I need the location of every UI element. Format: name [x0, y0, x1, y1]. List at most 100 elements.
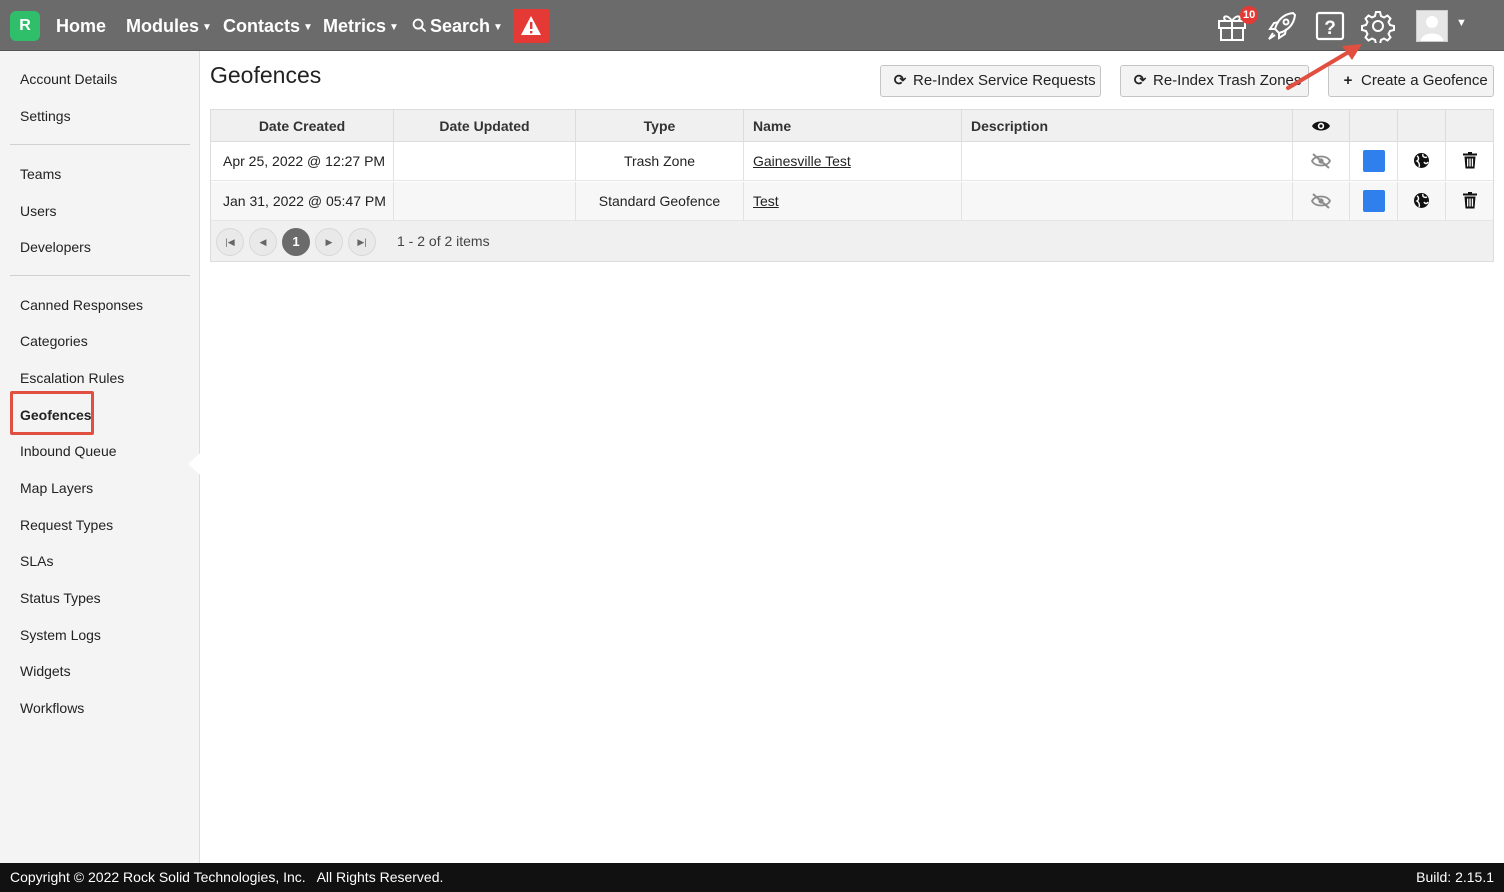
prev-page-icon[interactable]: ◀	[249, 228, 277, 256]
color-swatch[interactable]	[1363, 150, 1385, 172]
notification-badge: 10	[1240, 6, 1259, 24]
column-map	[1398, 110, 1446, 142]
cell-visibility	[1293, 142, 1350, 181]
column-date-updated[interactable]: Date Updated	[394, 110, 576, 142]
sidebar-item-users[interactable]: Users	[20, 203, 57, 219]
user-avatar[interactable]	[1416, 10, 1448, 42]
cell-map	[1398, 142, 1446, 181]
sidebar-item-workflows[interactable]: Workflows	[20, 700, 84, 716]
copyright-text: Copyright © 2022 Rock Solid Technologies…	[10, 869, 444, 885]
eye-slash-icon[interactable]	[1310, 153, 1332, 169]
last-page-icon[interactable]: ▶|	[348, 228, 376, 256]
sidebar-item-status-types[interactable]: Status Types	[20, 590, 101, 606]
globe-icon[interactable]	[1413, 152, 1430, 169]
sidebar-item-developers[interactable]: Developers	[20, 239, 91, 255]
sidebar-item-map-layers[interactable]: Map Layers	[20, 480, 93, 496]
build-version: Build: 2.15.1	[1416, 869, 1494, 885]
sidebar: Account Details Settings Teams Users Dev…	[0, 51, 200, 863]
sidebar-item-request-types[interactable]: Request Types	[20, 517, 113, 533]
sidebar-item-inbound-queue[interactable]: Inbound Queue	[20, 443, 117, 459]
nav-search-label: Search	[430, 16, 491, 36]
cell-description	[962, 182, 1293, 221]
color-swatch[interactable]	[1363, 190, 1385, 212]
table-header: Date Created Date Updated Type Name Desc…	[211, 110, 1493, 142]
chevron-down-icon[interactable]: ▼	[1456, 17, 1467, 29]
sidebar-item-account-details[interactable]: Account Details	[20, 71, 117, 87]
column-type[interactable]: Type	[576, 110, 744, 142]
column-description[interactable]: Description	[962, 110, 1293, 142]
nav-search[interactable]: Search ▼	[412, 14, 503, 38]
footer: Copyright © 2022 Rock Solid Technologies…	[0, 863, 1504, 892]
cell-color	[1350, 182, 1398, 221]
svg-text:?: ?	[1324, 18, 1336, 39]
globe-icon[interactable]	[1413, 192, 1430, 209]
nav-modules-label: Modules	[126, 16, 200, 36]
nav-metrics-label: Metrics	[323, 16, 387, 36]
cell-name: Gainesville Test	[744, 142, 962, 181]
sidebar-item-teams[interactable]: Teams	[20, 166, 61, 182]
sidebar-item-slas[interactable]: SLAs	[20, 553, 53, 569]
logo-text: R	[19, 17, 31, 34]
cell-date-created: Apr 25, 2022 @ 12:27 PM	[211, 142, 394, 181]
column-name[interactable]: Name	[744, 110, 962, 142]
sidebar-item-settings[interactable]: Settings	[20, 108, 71, 124]
trash-icon[interactable]	[1462, 192, 1477, 209]
geofences-table: Date Created Date Updated Type Name Desc…	[210, 109, 1494, 262]
sidebar-item-escalation-rules[interactable]: Escalation Rules	[20, 370, 124, 386]
nav-home[interactable]: Home	[56, 14, 106, 38]
reindex-service-label: Re-Index Service Requests	[913, 72, 1096, 89]
eye-slash-icon[interactable]	[1310, 193, 1332, 209]
app-logo[interactable]: R	[10, 11, 40, 41]
user-avatar-icon	[1421, 16, 1443, 41]
next-page-icon[interactable]: ▶	[315, 228, 343, 256]
cell-name: Test	[744, 182, 962, 221]
cell-date-updated	[394, 182, 576, 221]
column-visibility	[1293, 110, 1350, 142]
annotation-arrow	[1286, 44, 1362, 90]
refresh-icon: ⟳	[1133, 72, 1147, 89]
alert-icon	[521, 16, 541, 35]
page-number-button[interactable]: 1	[282, 228, 310, 256]
pager: |◀ ◀ 1 ▶ ▶| 1 - 2 of 2 items	[211, 221, 1493, 261]
nav-contacts[interactable]: Contacts ▼	[223, 14, 313, 38]
cell-visibility	[1293, 182, 1350, 221]
eye-icon	[1312, 121, 1330, 131]
column-color	[1350, 110, 1398, 142]
reindex-service-requests-button[interactable]: ⟳ Re-Index Service Requests	[880, 65, 1101, 97]
cell-delete	[1446, 142, 1493, 181]
chevron-down-icon: ▼	[303, 22, 313, 33]
nav-modules[interactable]: Modules ▼	[126, 14, 212, 38]
sidebar-item-widgets[interactable]: Widgets	[20, 663, 71, 679]
nav-home-label: Home	[56, 16, 107, 36]
nav-contacts-label: Contacts	[223, 16, 301, 36]
top-navbar: R Home Modules ▼ Contacts ▼ Metrics ▼ Searc…	[0, 0, 1504, 51]
sidebar-divider	[10, 144, 190, 145]
column-date-created[interactable]: Date Created	[211, 110, 394, 142]
cell-color	[1350, 142, 1398, 181]
highlight-box	[10, 391, 94, 435]
first-page-icon[interactable]: |◀	[216, 228, 244, 256]
sidebar-divider	[10, 275, 190, 276]
create-geofence-label: Create a Geofence	[1361, 72, 1488, 89]
nav-metrics[interactable]: Metrics ▼	[323, 14, 399, 38]
table-row[interactable]: Jan 31, 2022 @ 05:47 PM Standard Geofenc…	[211, 182, 1493, 221]
geofence-name-link[interactable]: Test	[753, 193, 779, 209]
sidebar-item-system-logs[interactable]: System Logs	[20, 627, 101, 643]
refresh-icon: ⟳	[893, 72, 907, 89]
active-indicator	[188, 453, 200, 475]
chevron-down-icon: ▼	[202, 22, 212, 33]
page-title: Geofences	[210, 62, 322, 88]
column-delete	[1446, 110, 1493, 142]
chevron-down-icon: ▼	[493, 22, 503, 33]
geofence-name-link[interactable]: Gainesville Test	[753, 153, 851, 169]
sidebar-item-canned-responses[interactable]: Canned Responses	[20, 297, 143, 313]
table-row[interactable]: Apr 25, 2022 @ 12:27 PM Trash Zone Gaine…	[211, 142, 1493, 181]
cell-date-updated	[394, 142, 576, 181]
alert-button[interactable]	[513, 9, 549, 43]
cell-type: Standard Geofence	[576, 182, 744, 221]
trash-icon[interactable]	[1462, 152, 1477, 169]
chevron-down-icon: ▼	[389, 22, 399, 33]
sidebar-item-categories[interactable]: Categories	[20, 333, 88, 349]
pager-info: 1 - 2 of 2 items	[397, 233, 490, 249]
cell-date-created: Jan 31, 2022 @ 05:47 PM	[211, 182, 394, 221]
